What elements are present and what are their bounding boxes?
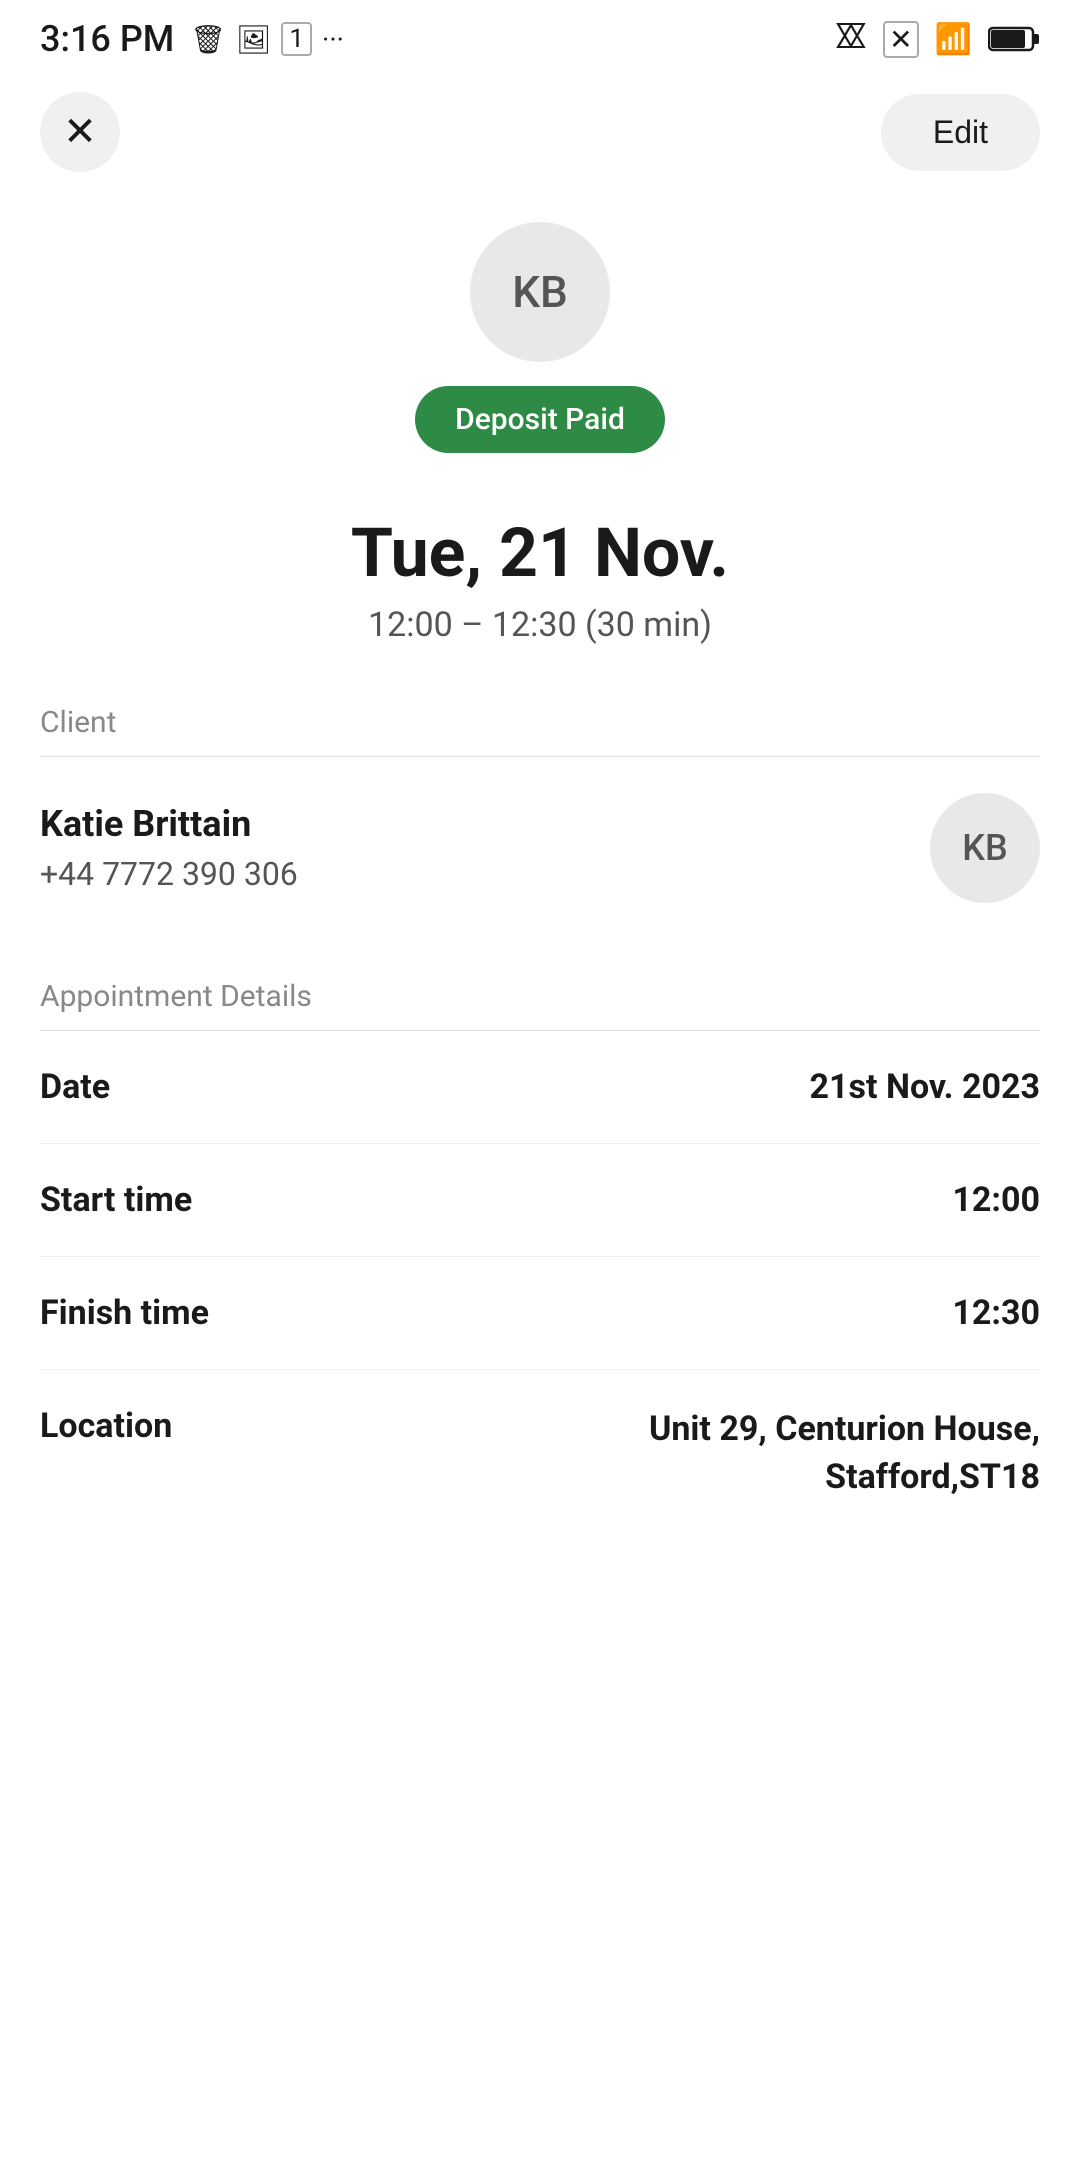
client-info: Katie Brittain +44 7772 390 306 KB bbox=[0, 757, 1080, 939]
close-icon: ✕ bbox=[63, 109, 97, 155]
appointment-details-section: Appointment Details Date 21st Nov. 2023 St… bbox=[0, 939, 1080, 1537]
detail-value: Unit 29, Centurion House, Stafford,ST18 bbox=[540, 1406, 1040, 1501]
appointment-details-label: Appointment Details bbox=[0, 939, 1080, 1030]
status-left: 3:16 PM 🗑 🖼 1 ··· bbox=[40, 18, 344, 60]
client-details: Katie Brittain +44 7772 390 306 bbox=[40, 803, 298, 893]
avatar: KB bbox=[470, 222, 610, 362]
trash-icon: 🗑 bbox=[190, 23, 226, 56]
notification-count-icon: 1 bbox=[281, 22, 312, 56]
detail-label: Location bbox=[40, 1406, 172, 1446]
edit-button[interactable]: Edit bbox=[881, 94, 1040, 171]
detail-label: Start time bbox=[40, 1180, 192, 1220]
client-phone: +44 7772 390 306 bbox=[40, 855, 298, 893]
deposit-badge: Deposit Paid bbox=[415, 386, 665, 453]
top-bar: ✕ Edit bbox=[0, 72, 1080, 192]
detail-value: 12:30 bbox=[952, 1293, 1040, 1333]
client-name: Katie Brittain bbox=[40, 803, 298, 845]
detail-row: Finish time 12:30 bbox=[40, 1257, 1040, 1370]
client-section: Client Katie Brittain +44 7772 390 306 K… bbox=[0, 665, 1080, 939]
wifi-icon: 📶 bbox=[935, 22, 972, 57]
gallery-icon: 🖼 bbox=[236, 23, 272, 56]
more-icon: ··· bbox=[322, 23, 344, 56]
close-button[interactable]: ✕ bbox=[40, 92, 120, 172]
client-avatar: KB bbox=[930, 793, 1040, 903]
avatar-section: KB Deposit Paid bbox=[0, 192, 1080, 473]
status-bar: 3:16 PM 🗑 🖼 1 ··· ⯴ ✕ 📶 bbox=[0, 0, 1080, 72]
battery-icon bbox=[988, 25, 1040, 53]
detail-row: Date 21st Nov. 2023 bbox=[40, 1031, 1040, 1144]
detail-value: 21st Nov. 2023 bbox=[810, 1067, 1040, 1107]
client-section-label: Client bbox=[0, 665, 1080, 756]
bluetooth-icon: ⯴ bbox=[835, 14, 868, 65]
detail-row: Start time 12:00 bbox=[40, 1144, 1040, 1257]
appointment-time: 12:00 – 12:30 (30 min) bbox=[40, 605, 1040, 645]
appointment-date: Tue, 21 Nov. bbox=[40, 513, 1040, 593]
detail-label: Date bbox=[40, 1067, 110, 1107]
status-right: ⯴ ✕ 📶 bbox=[835, 14, 1040, 65]
detail-label: Finish time bbox=[40, 1293, 209, 1333]
appointment-header: Tue, 21 Nov. 12:00 – 12:30 (30 min) bbox=[0, 473, 1080, 665]
details-rows: Date 21st Nov. 2023 Start time 12:00 Finish … bbox=[0, 1031, 1080, 1537]
x-box-icon: ✕ bbox=[883, 21, 918, 58]
status-icons: 🗑 🖼 1 ··· bbox=[190, 22, 344, 56]
detail-value: 12:00 bbox=[952, 1180, 1040, 1220]
status-time: 3:16 PM bbox=[40, 18, 174, 60]
detail-row: Location Unit 29, Centurion House, Staffo… bbox=[40, 1370, 1040, 1537]
